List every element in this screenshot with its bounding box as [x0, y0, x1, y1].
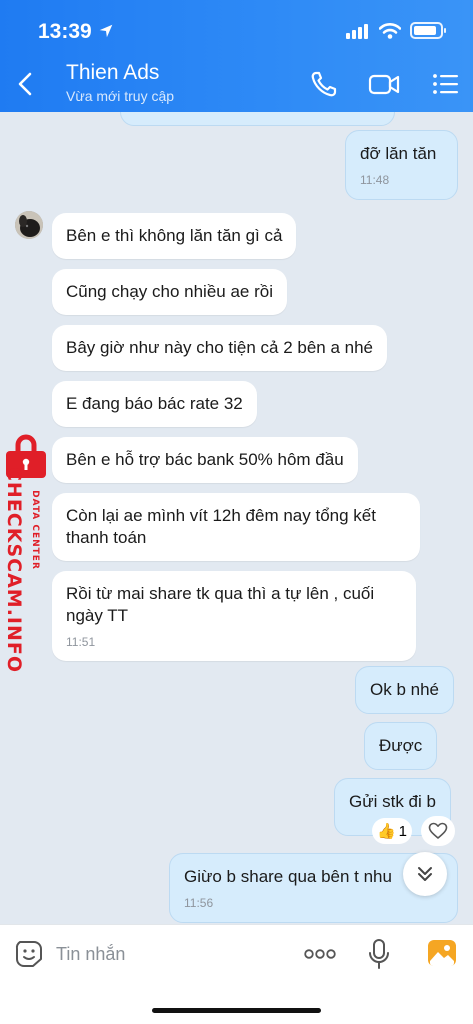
message-text: Bên e thì không lăn tăn gì cả — [66, 226, 283, 245]
message-text: đỡ lăn tăn — [360, 144, 437, 163]
message-bubble-out[interactable]: Được — [364, 722, 438, 770]
message-time: 11:51 — [66, 635, 96, 649]
wifi-icon — [379, 22, 401, 39]
message-text: Gửi stk đi b — [349, 792, 436, 811]
video-call-icon[interactable] — [366, 66, 402, 102]
message-text: Bên e hỗ trợ bác bank 50% hôm đầu — [66, 450, 344, 469]
thumbs-up-icon: 👍 — [376, 823, 396, 840]
watermark-brand: CHECKSCAM.INFO — [3, 466, 25, 674]
message-bubble-out[interactable]: đỡ lăn tăn 11:48 — [345, 130, 458, 200]
message-text: Được — [379, 736, 423, 755]
avatar[interactable] — [15, 211, 43, 239]
menu-icon[interactable] — [428, 66, 464, 102]
message-bubble-out[interactable]: Ok b nhé — [355, 666, 454, 714]
message-bubble-in[interactable]: Bên e thì không lăn tăn gì cả — [52, 213, 297, 259]
react-heart-button[interactable] — [421, 816, 455, 846]
sticker-emoji-button[interactable] — [14, 939, 44, 969]
chat-area[interactable]: đỡ lăn tăn 11:48 Bên e thì không lăn tăn… — [0, 112, 473, 924]
heart-icon — [428, 822, 448, 839]
contact-name[interactable]: Thien Ads — [66, 61, 159, 85]
image-gallery-button[interactable] — [427, 939, 457, 967]
status-time: 13:39 — [38, 20, 92, 43]
contact-status: Vừa mới truy cập — [66, 88, 175, 104]
watermark-tagline: DATA CENTER — [30, 490, 40, 570]
status-indicators — [346, 22, 446, 39]
message-bubble-in[interactable]: E đang báo bác rate 32 — [52, 381, 257, 427]
dog-avatar-icon — [15, 211, 43, 239]
cellular-signal-icon — [346, 23, 368, 39]
chat-header: 13:39 Thien Ads Vừa mới truy cập — [0, 0, 473, 112]
message-time: 11:48 — [360, 173, 390, 187]
battery-icon — [410, 22, 446, 39]
double-chevron-down-icon — [418, 867, 432, 881]
back-button[interactable] — [10, 66, 42, 102]
message-input[interactable] — [56, 939, 286, 969]
more-dots-icon — [304, 949, 336, 959]
call-icon[interactable] — [306, 66, 342, 102]
message-bubble-in[interactable]: Còn lại ae mình vít 12h đêm nay tổng kết… — [52, 493, 420, 561]
message-bubble-in[interactable]: Bên e hỗ trợ bác bank 50% hôm đầu — [52, 437, 358, 483]
message-text: Rồi từ mai share tk qua thì a tự lên , c… — [66, 584, 375, 625]
message-time: 11:56 — [184, 896, 214, 910]
message-text: Bây giờ như này cho tiện cả 2 bên a nhé — [66, 338, 374, 357]
location-arrow-icon — [99, 24, 113, 38]
message-bubble-in[interactable]: Cũng chạy cho nhiều ae rồi — [52, 269, 287, 315]
message-bubble-in[interactable]: Rồi từ mai share tk qua thì a tự lên , c… — [52, 571, 416, 661]
reaction-like-badge[interactable]: 👍 1 — [372, 818, 412, 844]
home-indicator — [152, 1008, 321, 1013]
microphone-button[interactable] — [366, 938, 392, 970]
message-bubble-in[interactable]: Bây giờ như này cho tiện cả 2 bên a nhé — [52, 325, 388, 371]
reaction-count: 1 — [398, 822, 408, 840]
message-text: Còn lại ae mình vít 12h đêm nay tổng kết… — [66, 506, 376, 547]
message-text: Ok b nhé — [370, 680, 439, 699]
message-text: Cũng chạy cho nhiều ae rồi — [66, 282, 273, 301]
message-text: E đang báo bác rate 32 — [66, 394, 243, 413]
scroll-to-bottom-button[interactable] — [403, 852, 447, 896]
message-bubble-partial[interactable] — [120, 112, 395, 126]
more-options-button[interactable] — [302, 941, 338, 967]
